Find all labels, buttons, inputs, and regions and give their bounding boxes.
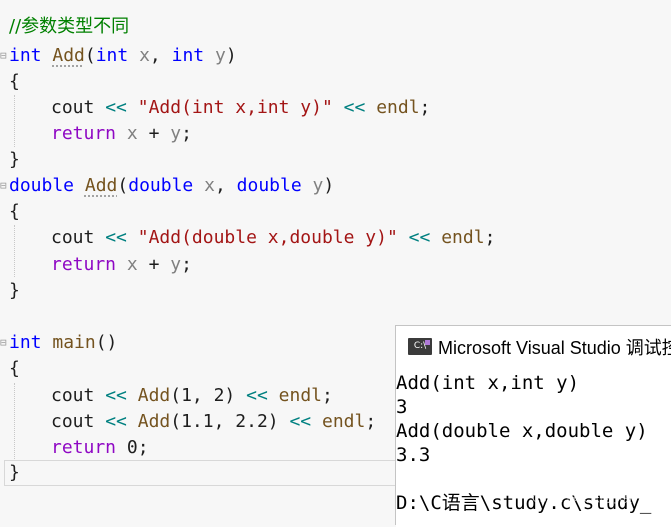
- keyword: int: [171, 45, 205, 66]
- operator: <<: [105, 411, 127, 432]
- operator: <<: [105, 97, 127, 118]
- function-signature-add-int: int Add(int x, int y): [9, 43, 237, 69]
- brace-open: {: [9, 71, 20, 92]
- semicolon: ;: [365, 411, 377, 432]
- code-statement: cout << Add(1, 2) << endl;: [51, 383, 333, 409]
- paren: (: [117, 175, 129, 196]
- watermark: CSDN @长乐的小贾: [532, 492, 633, 505]
- collapse-icon[interactable]: ⊟: [0, 173, 7, 199]
- number-literal: 0: [126, 437, 138, 458]
- code-statement: cout << "Add(int x,int y)" << endl;: [51, 95, 430, 121]
- keyword: int: [95, 45, 129, 66]
- brace-close: }: [9, 149, 20, 170]
- keyword: double: [128, 175, 194, 196]
- param: y: [214, 45, 226, 66]
- separator: ,: [149, 45, 172, 66]
- identifier: cout: [51, 411, 95, 432]
- function-name: Add: [52, 45, 85, 66]
- paren: ): [323, 175, 335, 196]
- identifier: x: [126, 123, 138, 144]
- indent-guide: [14, 383, 15, 461]
- code-statement: cout << "Add(double x,double y)" << endl…: [51, 225, 495, 251]
- separator: ,: [214, 175, 237, 196]
- brace-close: }: [9, 280, 20, 301]
- code-statement: return x + y;: [51, 252, 192, 278]
- console-app-icon: C:\: [408, 338, 432, 355]
- param: x: [204, 175, 215, 196]
- collapse-icon[interactable]: ⊟: [0, 43, 7, 69]
- param: x: [139, 45, 150, 66]
- semicolon: ;: [322, 385, 333, 406]
- operator: <<: [289, 411, 312, 432]
- current-line-highlight: [4, 460, 404, 486]
- function-name: main: [52, 332, 96, 353]
- code-statement: return x + y;: [51, 121, 192, 147]
- identifier: endl: [278, 385, 323, 406]
- operator: +: [148, 254, 160, 275]
- keyword: int: [9, 332, 42, 353]
- semicolon: ;: [137, 437, 149, 458]
- code-comment: //参数类型不同: [9, 16, 130, 37]
- keyword: double: [9, 175, 75, 196]
- semicolon: ;: [181, 123, 192, 144]
- identifier: y: [170, 123, 182, 144]
- identifier: cout: [51, 227, 95, 248]
- identifier: cout: [51, 385, 95, 406]
- keyword: return: [51, 123, 117, 144]
- paren: (): [95, 332, 118, 353]
- call-args: (1.1, 2.2): [170, 411, 279, 432]
- semicolon: ;: [181, 254, 192, 275]
- console-line: 3.3: [396, 444, 431, 466]
- identifier: x: [126, 254, 138, 275]
- operator: <<: [408, 227, 431, 248]
- identifier: endl: [322, 411, 366, 432]
- function-call: Add: [137, 411, 171, 432]
- semicolon: ;: [419, 97, 431, 118]
- function-signature-add-double: double Add(double x, double y): [9, 173, 334, 199]
- paren: (: [84, 45, 96, 66]
- keyword: return: [51, 437, 117, 458]
- keyword: double: [236, 175, 302, 196]
- console-titlebar[interactable]: C:\ Microsoft Visual Studio 调试控: [396, 326, 671, 367]
- operator: <<: [105, 385, 127, 406]
- brace-close: }: [9, 462, 20, 483]
- identifier: y: [170, 254, 182, 275]
- operator: +: [148, 123, 160, 144]
- code-statement: cout << Add(1.1, 2.2) << endl;: [51, 409, 376, 435]
- string-literal: "Add(double x,double y)": [137, 227, 398, 248]
- function-name: Add: [84, 175, 118, 196]
- string-literal: "Add(int x,int y)": [137, 97, 333, 118]
- collapse-icon[interactable]: ⊟: [0, 330, 7, 356]
- param: y: [312, 175, 324, 196]
- identifier: endl: [376, 97, 420, 118]
- operator: <<: [343, 97, 366, 118]
- indent-guide: [14, 225, 15, 277]
- console-line: 3: [396, 396, 408, 418]
- brace-open: {: [9, 358, 20, 379]
- operator: <<: [246, 385, 268, 406]
- operator: <<: [105, 227, 127, 248]
- indent-guide: [14, 95, 15, 147]
- identifier: cout: [51, 97, 95, 118]
- console-line: Add(double x,double y): [396, 420, 648, 442]
- keyword: return: [51, 254, 117, 275]
- call-args: (1, 2): [170, 385, 236, 406]
- console-title: Microsoft Visual Studio 调试控: [438, 337, 671, 358]
- semicolon: ;: [484, 227, 496, 248]
- console-line: Add(int x,int y): [396, 372, 580, 394]
- brace-open: {: [9, 201, 20, 222]
- function-call: Add: [137, 385, 171, 406]
- paren: ): [225, 45, 237, 66]
- code-statement: return 0;: [51, 435, 149, 461]
- keyword: int: [9, 45, 42, 66]
- identifier: endl: [441, 227, 485, 248]
- function-signature-main: int main(): [9, 330, 117, 356]
